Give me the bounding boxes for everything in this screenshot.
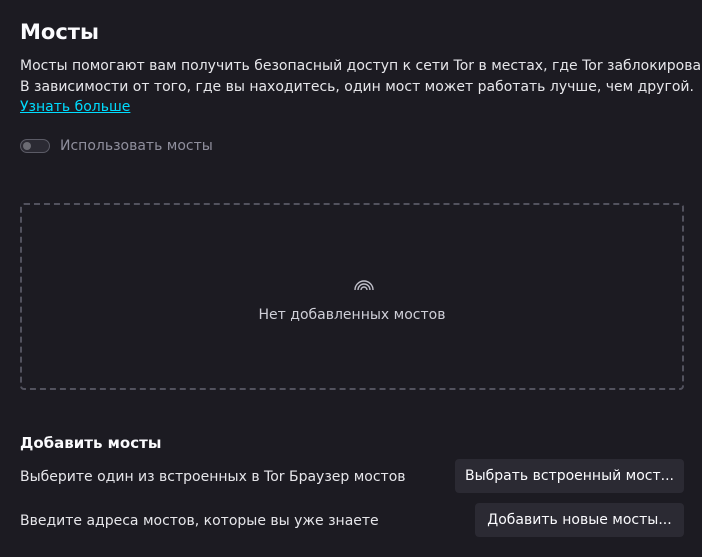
use-bridges-label: Использовать мосты bbox=[60, 138, 213, 154]
builtin-bridge-label: Выберите один из встроенных в Tor Браузе… bbox=[20, 469, 406, 485]
add-new-bridges-button[interactable]: Добавить новые мосты... bbox=[475, 503, 684, 537]
page-title: Мосты bbox=[20, 20, 99, 44]
bridges-description: Мосты помогают вам получить безопасный д… bbox=[20, 56, 702, 98]
description-line-1: Мосты помогают вам получить безопасный д… bbox=[20, 58, 702, 74]
new-bridge-label: Введите адреса мостов, которые вы уже зн… bbox=[20, 513, 379, 529]
description-line-2: В зависимости от того, где вы находитесь… bbox=[20, 79, 694, 95]
bridge-icon bbox=[354, 280, 374, 290]
learn-more-link[interactable]: Узнать больше bbox=[20, 97, 130, 118]
no-bridges-box: Нет добавленных мостов bbox=[20, 203, 684, 390]
use-bridges-toggle[interactable] bbox=[20, 139, 50, 153]
no-bridges-text: Нет добавленных мостов bbox=[258, 307, 446, 323]
add-bridges-title: Добавить мосты bbox=[20, 434, 162, 452]
toggle-knob bbox=[23, 142, 31, 150]
use-bridges-row: Использовать мосты bbox=[20, 135, 213, 157]
select-builtin-bridge-button[interactable]: Выбрать встроенный мост... bbox=[455, 459, 684, 493]
